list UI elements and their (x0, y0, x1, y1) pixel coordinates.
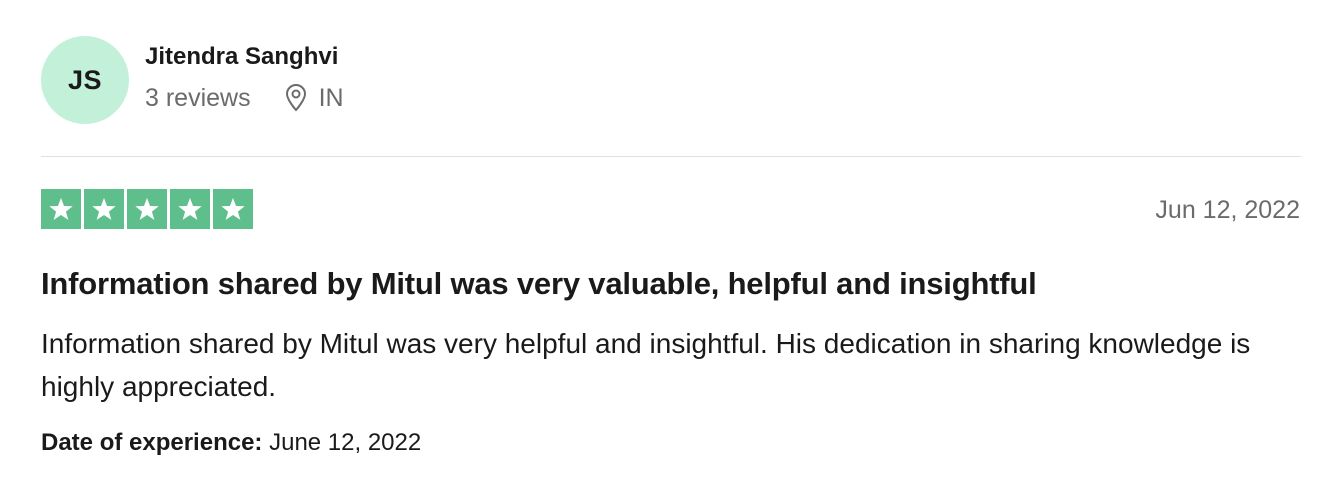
avatar[interactable]: JS (41, 36, 129, 124)
star-icon (221, 197, 245, 220)
review-card: JS Jitendra Sanghvi 3 reviews IN Jun 12,… (0, 0, 1342, 490)
consumer-name[interactable]: Jitendra Sanghvi (145, 42, 344, 72)
consumer-info: Jitendra Sanghvi 3 reviews IN (145, 43, 344, 112)
location-label: IN (318, 84, 344, 112)
experience-label: Date of experience: (41, 429, 263, 456)
consumer-location: IN (285, 84, 344, 112)
star-icon (178, 197, 202, 220)
review-text: Information shared by Mitul was very hel… (41, 328, 1251, 402)
review-title[interactable]: Information shared by Mitul was very val… (41, 264, 1037, 304)
star-5 (213, 189, 253, 229)
star-2 (84, 189, 124, 229)
star-rating (41, 189, 253, 229)
avatar-initials: JS (67, 64, 103, 95)
divider (41, 156, 1301, 157)
date-of-experience: Date of experience: June 12, 2022 (41, 428, 421, 458)
experience-date: June 12, 2022 (269, 429, 422, 456)
location-pin-icon (285, 84, 306, 112)
consumer-meta: 3 reviews IN (145, 84, 344, 112)
star-4 (170, 189, 210, 229)
star-icon (92, 197, 116, 220)
consumer-header: JS Jitendra Sanghvi 3 reviews IN (41, 36, 344, 124)
star-icon (135, 197, 159, 220)
star-icon (49, 197, 73, 220)
review-date: Jun 12, 2022 (1155, 196, 1300, 224)
reviews-count: 3 reviews (145, 84, 251, 112)
star-3 (127, 189, 167, 229)
star-1 (41, 189, 81, 229)
